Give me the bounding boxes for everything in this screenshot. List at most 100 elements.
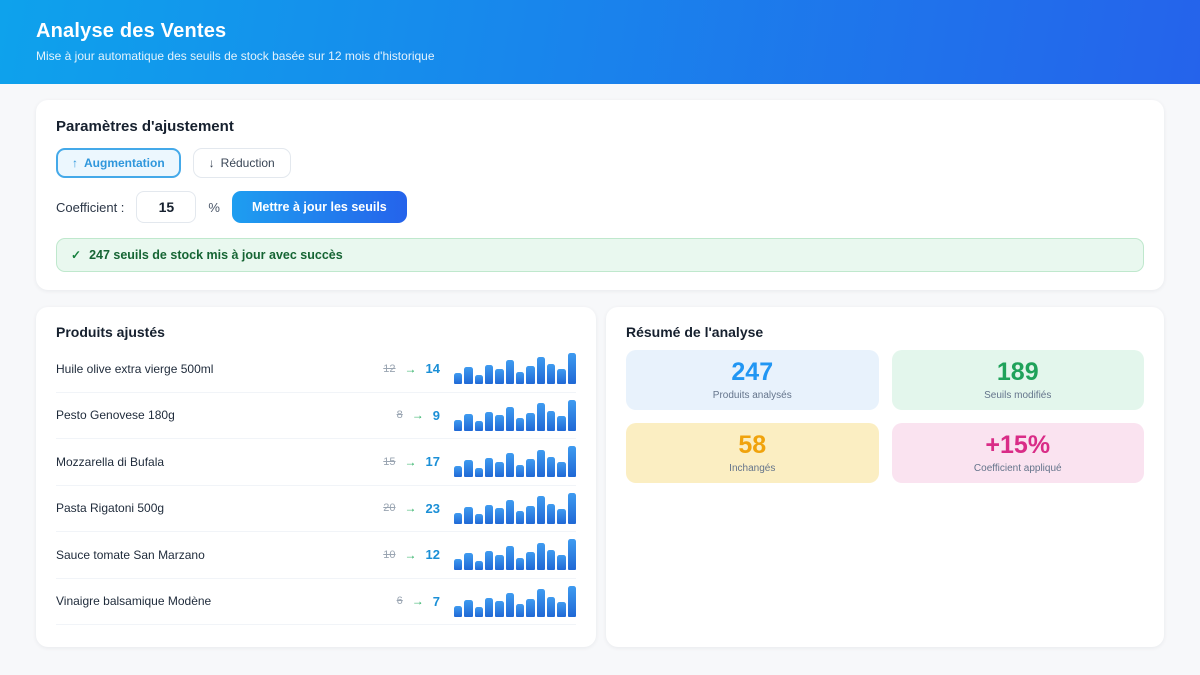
stat-thresholds-modified: 189 Seuils modifiés xyxy=(892,350,1145,410)
sparkline-bar xyxy=(537,450,545,477)
success-message: 247 seuils de stock mis à jour avec succ… xyxy=(89,248,343,262)
sparkline-bar xyxy=(557,462,565,477)
mode-toggle-group: ↑ Augmentation ↓ Réduction xyxy=(56,148,1144,178)
table-row: Mozzarella di Bufala 15 → 17 xyxy=(56,439,576,486)
sparkline-bar xyxy=(464,507,472,524)
old-threshold: 20 xyxy=(383,502,395,514)
sparkline-bar xyxy=(485,505,493,524)
augmentation-button[interactable]: ↑ Augmentation xyxy=(56,148,181,178)
product-name: Sauce tomate San Marzano xyxy=(56,548,383,562)
reduction-label: Réduction xyxy=(221,156,275,170)
sparkline-bar xyxy=(537,403,545,430)
sparkline-bar xyxy=(557,509,565,524)
arrow-up-icon: ↑ xyxy=(72,156,78,170)
sparkline-bar xyxy=(454,606,462,617)
products-title: Produits ajustés xyxy=(56,324,576,340)
coefficient-label: Coefficient : xyxy=(56,200,124,215)
sparkline-bar xyxy=(475,514,483,523)
augmentation-label: Augmentation xyxy=(84,156,165,170)
arrow-down-icon: ↓ xyxy=(209,156,215,170)
stat-products-analyzed: 247 Produits analysés xyxy=(626,350,879,410)
sparkline-bar xyxy=(495,462,503,478)
sparkline-bar xyxy=(485,598,493,617)
table-row: Vinaigre balsamique Modène 6 → 7 xyxy=(56,579,576,626)
product-name: Pesto Genovese 180g xyxy=(56,408,397,422)
sparkline-bar xyxy=(516,372,524,384)
table-row: Pasta Rigatoni 500g 20 → 23 xyxy=(56,486,576,533)
table-row: Pesto Genovese 180g 8 → 9 xyxy=(56,393,576,440)
update-thresholds-button[interactable]: Mettre à jour les seuils xyxy=(232,191,407,223)
sparkline-bar xyxy=(485,365,493,384)
sparkline-bar xyxy=(568,493,576,524)
sparkline-bar xyxy=(475,421,483,430)
sales-history-sparkline xyxy=(454,539,576,570)
product-name: Vinaigre balsamique Modène xyxy=(56,594,397,608)
new-threshold: 9 xyxy=(433,408,440,423)
sparkline-bar xyxy=(516,604,524,616)
sparkline-bar xyxy=(485,458,493,477)
sparkline-bar xyxy=(506,360,514,384)
old-threshold: 10 xyxy=(383,549,395,561)
page-title: Analyse des Ventes xyxy=(36,20,1164,43)
old-threshold: 12 xyxy=(383,363,395,375)
sparkline-bar xyxy=(526,599,534,617)
stats-grid: 247 Produits analysés 189 Seuils modifié… xyxy=(626,350,1144,483)
main-content: Produits ajustés Huile olive extra vierg… xyxy=(36,307,1164,647)
sparkline-bar xyxy=(506,453,514,477)
sparkline-bar xyxy=(464,414,472,431)
sparkline-bar xyxy=(506,407,514,431)
sparkline-bar xyxy=(557,602,565,617)
sparkline-bar xyxy=(537,543,545,570)
analysis-summary-card: Résumé de l'analyse 247 Produits analysé… xyxy=(606,307,1164,647)
coefficient-input[interactable] xyxy=(136,191,196,223)
sparkline-bar xyxy=(516,418,524,430)
stat-label: Coefficient appliqué xyxy=(974,463,1062,474)
new-threshold: 12 xyxy=(426,547,440,562)
sparkline-bar xyxy=(547,597,555,617)
sparkline-bar xyxy=(495,369,503,385)
sparkline-bar xyxy=(537,589,545,616)
arrow-right-icon: → xyxy=(405,362,417,376)
sparkline-bar xyxy=(568,400,576,431)
sparkline-bar xyxy=(464,553,472,570)
sparkline-bar xyxy=(547,504,555,524)
arrow-right-icon: → xyxy=(405,501,417,515)
sparkline-bar xyxy=(547,457,555,477)
sparkline-bar xyxy=(568,353,576,384)
percent-label: % xyxy=(208,200,220,215)
stat-value: +15% xyxy=(985,433,1050,458)
sparkline-bar xyxy=(495,508,503,524)
sparkline-bar xyxy=(547,364,555,384)
new-threshold: 14 xyxy=(426,361,440,376)
adjustment-parameters-card: Paramètres d'ajustement ↑ Augmentation ↓… xyxy=(36,100,1164,290)
sparkline-bar xyxy=(537,357,545,384)
sales-history-sparkline xyxy=(454,353,576,384)
adjusted-products-card: Produits ajustés Huile olive extra vierg… xyxy=(36,307,596,647)
sparkline-bar xyxy=(516,465,524,477)
sparkline-bar xyxy=(464,460,472,477)
product-name: Mozzarella di Bufala xyxy=(56,455,383,469)
table-row: Huile olive extra vierge 500ml 12 → 14 xyxy=(56,346,576,393)
sparkline-bar xyxy=(547,411,555,431)
page-subtitle: Mise à jour automatique des seuils de st… xyxy=(36,49,1164,63)
sparkline-bar xyxy=(506,500,514,524)
coefficient-row: Coefficient : % Mettre à jour les seuils xyxy=(56,191,1144,223)
sparkline-bar xyxy=(475,561,483,570)
old-threshold: 6 xyxy=(397,595,403,607)
sales-history-sparkline xyxy=(454,400,576,431)
success-banner: ✓ 247 seuils de stock mis à jour avec su… xyxy=(56,238,1144,272)
sparkline-bar xyxy=(516,511,524,523)
check-icon: ✓ xyxy=(71,248,81,262)
arrow-right-icon: → xyxy=(405,548,417,562)
stat-coefficient-applied: +15% Coefficient appliqué xyxy=(892,423,1145,483)
sparkline-bar xyxy=(506,593,514,617)
sparkline-bar xyxy=(464,367,472,384)
sparkline-bar xyxy=(475,375,483,384)
sparkline-bar xyxy=(526,459,534,477)
sparkline-bar xyxy=(485,412,493,431)
sales-history-sparkline xyxy=(454,446,576,477)
old-threshold: 8 xyxy=(397,409,403,421)
sparkline-bar xyxy=(475,607,483,616)
reduction-button[interactable]: ↓ Réduction xyxy=(193,148,291,178)
sparkline-bar xyxy=(557,555,565,570)
